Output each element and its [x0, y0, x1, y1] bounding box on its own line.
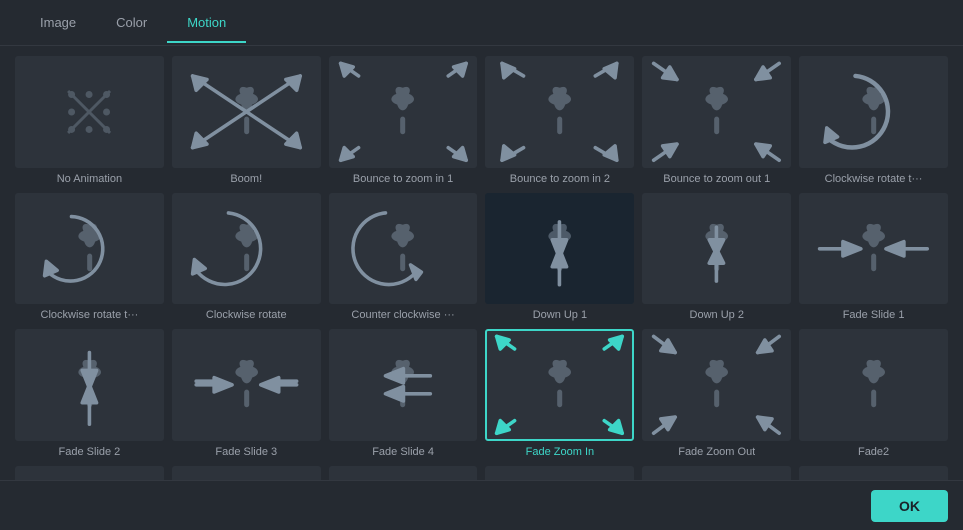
- animation-item-no-animation[interactable]: No Animation: [15, 56, 164, 185]
- animation-label-fade-zoom-in: Fade Zoom In: [526, 446, 594, 458]
- animation-item-fly-zoom-in[interactable]: Fly to zoom in: [642, 466, 791, 480]
- animation-thumb-counter-clockwise: [329, 193, 478, 305]
- animation-thumb-fade-zoom-in: [485, 329, 634, 441]
- animation-item-bounce-zoom-in-2[interactable]: Bounce to zoom in 2: [485, 56, 634, 185]
- animation-label-clockwise-rotate-t2: Clockwise rotate t···: [41, 309, 139, 321]
- animation-thumb-clockwise-rotate-t1: [799, 56, 948, 168]
- animation-label-fade-zoom-out: Fade Zoom Out: [678, 446, 755, 458]
- animation-label-down-up-2: Down Up 2: [690, 309, 744, 321]
- animation-thumb-flip-down2: [172, 466, 321, 480]
- animation-thumb-fade-slide-3: [172, 329, 321, 441]
- animation-thumb-clockwise-rotate: [172, 193, 321, 305]
- animation-thumb-clockwise-rotate-t2: [15, 193, 164, 305]
- animation-item-boom[interactable]: Boom!: [172, 56, 321, 185]
- animation-item-counter-clockwise[interactable]: Counter clockwise ···: [329, 193, 478, 322]
- animation-label-fade-slide-1: Fade Slide 1: [843, 309, 905, 321]
- animation-item-fade-slide-1[interactable]: Fade Slide 1: [799, 193, 948, 322]
- animation-label-boom: Boom!: [230, 173, 262, 185]
- animation-label-bounce-zoom-out-1: Bounce to zoom out 1: [663, 173, 770, 185]
- animation-item-bounce-zoom-out-1[interactable]: Bounce to zoom out 1: [642, 56, 791, 185]
- animation-item-fade-slide-3[interactable]: Fade Slide 3: [172, 329, 321, 458]
- animation-label-fade2: Fade2: [858, 446, 889, 458]
- animation-item-flip-up1[interactable]: Flip Up1: [329, 466, 478, 480]
- animation-label-clockwise-rotate: Clockwise rotate: [206, 309, 287, 321]
- animation-label-clockwise-rotate-t1: Clockwise rotate t···: [825, 173, 923, 185]
- animation-thumb-fade-zoom-out: [642, 329, 791, 441]
- animation-label-fade-slide-3: Fade Slide 3: [215, 446, 277, 458]
- animation-thumb-boom: [172, 56, 321, 168]
- animation-thumb-bounce-zoom-in-1: [329, 56, 478, 168]
- tab-bar: Image Color Motion: [0, 0, 963, 46]
- animation-thumb-down-up-2: [642, 193, 791, 305]
- ok-button[interactable]: OK: [871, 490, 948, 522]
- animation-item-clockwise-rotate[interactable]: Clockwise rotate: [172, 193, 321, 322]
- animation-thumb-down-up-1: [485, 193, 634, 305]
- animation-label-fade-slide-4: Fade Slide 4: [372, 446, 434, 458]
- animation-item-clockwise-rotate-t2[interactable]: Clockwise rotate t···: [15, 193, 164, 322]
- animation-thumb-grow-shrink: [799, 466, 948, 480]
- animation-label-fade-slide-2: Fade Slide 2: [59, 446, 121, 458]
- animation-label-no-animation: No Animation: [57, 173, 122, 185]
- animation-thumb-fade-slide-1: [799, 193, 948, 305]
- animation-item-bounce-zoom-in-1[interactable]: Bounce to zoom in 1: [329, 56, 478, 185]
- animation-thumb-flip-up1: [329, 466, 478, 480]
- animation-label-counter-clockwise: Counter clockwise ···: [351, 309, 454, 321]
- animation-item-fade2[interactable]: Fade2: [799, 329, 948, 458]
- animation-label-bounce-zoom-in-1: Bounce to zoom in 1: [353, 173, 453, 185]
- animation-item-down-up-2[interactable]: Down Up 2: [642, 193, 791, 322]
- animation-thumb-fade-slide-4: [329, 329, 478, 441]
- tab-image[interactable]: Image: [20, 3, 96, 42]
- animation-thumb-bounce-zoom-out-1: [642, 56, 791, 168]
- animation-label-bounce-zoom-in-2: Bounce to zoom in 2: [510, 173, 610, 185]
- tab-color[interactable]: Color: [96, 3, 167, 42]
- animation-item-fade-zoom-in[interactable]: Fade Zoom In: [485, 329, 634, 458]
- animation-grid: No Animation Boom!: [15, 56, 948, 480]
- animation-thumb-fly-zoom-in: [642, 466, 791, 480]
- dialog: Image Color Motion No Animation: [0, 0, 963, 530]
- animation-thumb-fade2: [799, 329, 948, 441]
- animation-item-fade-slide-2[interactable]: Fade Slide 2: [15, 329, 164, 458]
- animation-thumb-fade-slide-2: [15, 329, 164, 441]
- animation-item-flip-up2[interactable]: Flip Up2: [485, 466, 634, 480]
- animation-item-down-up-1[interactable]: Down Up 1: [485, 193, 634, 322]
- animation-thumb-flip-up2: [485, 466, 634, 480]
- content-area: No Animation Boom!: [0, 46, 963, 480]
- animation-grid-container[interactable]: No Animation Boom!: [0, 46, 963, 480]
- animation-item-fade-slide-4[interactable]: Fade Slide 4: [329, 329, 478, 458]
- footer: OK: [0, 480, 963, 530]
- animation-item-grow-shrink[interactable]: Grow Shrink: [799, 466, 948, 480]
- animation-item-clockwise-rotate-t1[interactable]: Clockwise rotate t···: [799, 56, 948, 185]
- animation-label-down-up-1: Down Up 1: [533, 309, 587, 321]
- tab-motion[interactable]: Motion: [167, 3, 246, 42]
- animation-thumb-bounce-zoom-in-2: [485, 56, 634, 168]
- animation-item-flip-down1[interactable]: Flip Down1: [15, 466, 164, 480]
- animation-thumb-flip-down1: [15, 466, 164, 480]
- animation-item-flip-down2[interactable]: Flip Down2: [172, 466, 321, 480]
- animation-item-fade-zoom-out[interactable]: Fade Zoom Out: [642, 329, 791, 458]
- animation-thumb-no-animation: [15, 56, 164, 168]
